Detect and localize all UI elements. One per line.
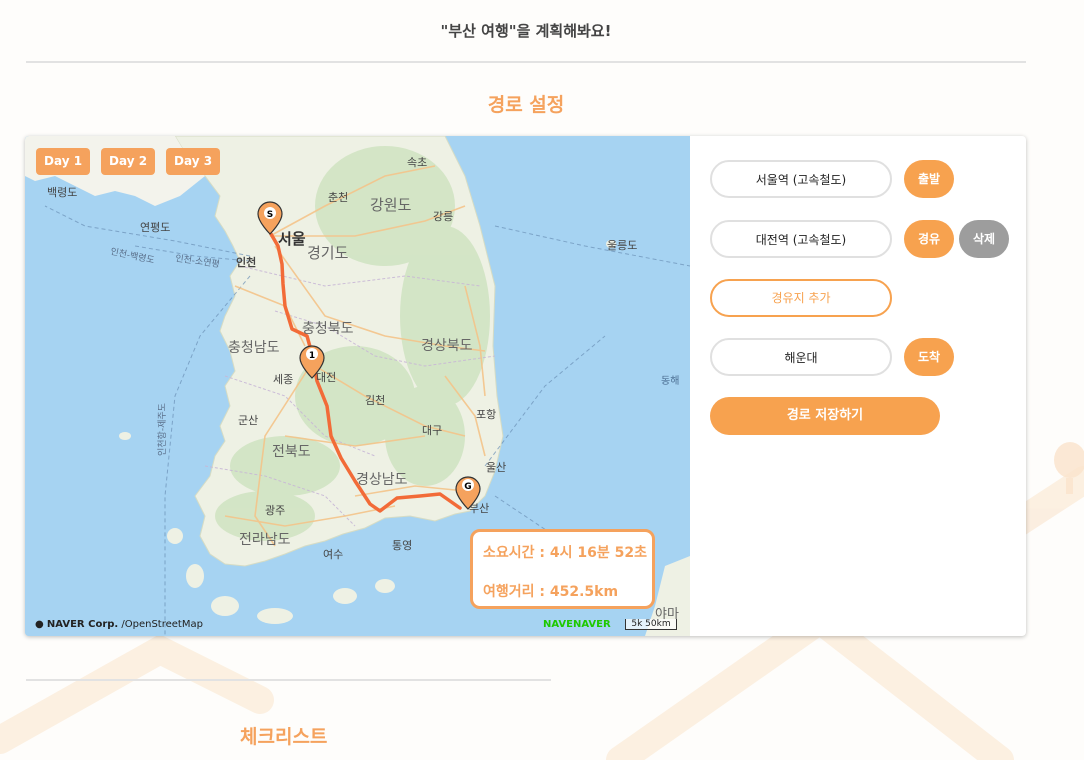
end-location-input[interactable] <box>710 338 892 376</box>
label-chuncheon: 춘천 <box>328 190 348 204</box>
label-pohang: 포항 <box>476 408 496 421</box>
label-baengnyeongdo: 백령도 <box>47 186 77 199</box>
delete-waypoint-button[interactable]: 삭제 <box>959 220 1009 258</box>
label-sejong: 세종 <box>273 373 293 386</box>
label-yeonpyeongdo: 연평도 <box>140 221 170 234</box>
label-gwangju: 광주 <box>265 504 285 517</box>
distance-text: 여행거리 : 452.5km <box>483 584 619 600</box>
label-gangwon: 강원도 <box>370 196 412 214</box>
map-attribution[interactable]: ● NAVER Corp. /OpenStreetMap <box>35 619 203 630</box>
route-section-title: 경로 설정 <box>487 94 565 116</box>
label-ulleungdo: 울릉도 <box>607 239 637 252</box>
label-jeonbuk: 전북도 <box>272 444 311 460</box>
label-gyeongnam: 경상남도 <box>356 472 408 488</box>
end-badge[interactable]: 도착 <box>904 338 954 376</box>
map-scale: 5k 50km <box>625 619 677 630</box>
divider <box>26 61 1026 63</box>
label-yeosu: 여수 <box>323 548 343 561</box>
start-badge[interactable]: 출발 <box>904 160 954 198</box>
day-3-button[interactable]: Day 3 <box>166 148 221 175</box>
divider <box>26 679 551 681</box>
label-jeonnam: 전라남도 <box>239 532 291 548</box>
checklist-section-title: 체크리스트 <box>240 726 328 748</box>
label-incheon-jeju: 인천항-제주도 <box>157 403 168 456</box>
label-chungnam: 충청남도 <box>228 340 280 356</box>
label-gimcheon: 김천 <box>365 393 385 407</box>
label-gangneung: 강릉 <box>433 210 453 223</box>
waypoint-location-input[interactable] <box>710 220 892 258</box>
start-location-input[interactable] <box>710 160 892 198</box>
naver-corp-icon: ● <box>35 619 44 630</box>
label-gyeongbuk: 경상북도 <box>421 338 473 354</box>
label-daejeon: 대전 <box>316 371 336 384</box>
attribution-corp: NAVER Corp. <box>46 619 119 630</box>
label-chungbuk: 충청북도 <box>302 321 354 337</box>
save-route-button[interactable]: 경로 저장하기 <box>710 397 940 435</box>
map-view[interactable]: 백령도 연평도 인천-백령도 인천-소연평 속초 춘천 강원도 강릉 울릉도 서… <box>25 136 690 636</box>
label-ulsan: 울산 <box>486 461 506 474</box>
marker-start-label: S <box>267 210 273 220</box>
waypoint-badge[interactable]: 경유 <box>904 220 954 258</box>
duration-text: 소요시간 : 4시 16분 52초 <box>483 545 647 561</box>
label-seoul: 서울 <box>278 230 306 248</box>
naver-logo[interactable]: NAVENAVER <box>543 619 611 630</box>
marker-goal-label: G <box>464 482 471 492</box>
page-subtitle: "부산 여행"을 계획해봐요! <box>440 22 612 40</box>
route-panel: 출발 경유 삭제 경유지 추가 도착 경로 저장하기 <box>690 136 1026 636</box>
route-info-box: 소요시간 : 4시 16분 52초 여행거리 : 452.5km <box>470 529 655 609</box>
day-2-button[interactable]: Day 2 <box>101 148 156 175</box>
label-daegu: 대구 <box>422 424 442 437</box>
add-waypoint-button[interactable]: 경유지 추가 <box>710 279 892 317</box>
label-gyeonggi: 경기도 <box>307 244 349 262</box>
label-gunsan: 군산 <box>238 414 258 427</box>
marker-waypoint-label: 1 <box>309 351 315 361</box>
attribution-osm: /OpenStreetMap <box>118 619 203 630</box>
day-1-button[interactable]: Day 1 <box>36 148 91 175</box>
label-east-sea: 동해 <box>661 374 679 387</box>
label-sokcho: 속초 <box>407 156 427 169</box>
label-tongyeong: 통영 <box>392 539 412 552</box>
route-card: 백령도 연평도 인천-백령도 인천-소연평 속초 춘천 강원도 강릉 울릉도 서… <box>25 136 1026 636</box>
label-incheon: 인천 <box>236 255 256 269</box>
